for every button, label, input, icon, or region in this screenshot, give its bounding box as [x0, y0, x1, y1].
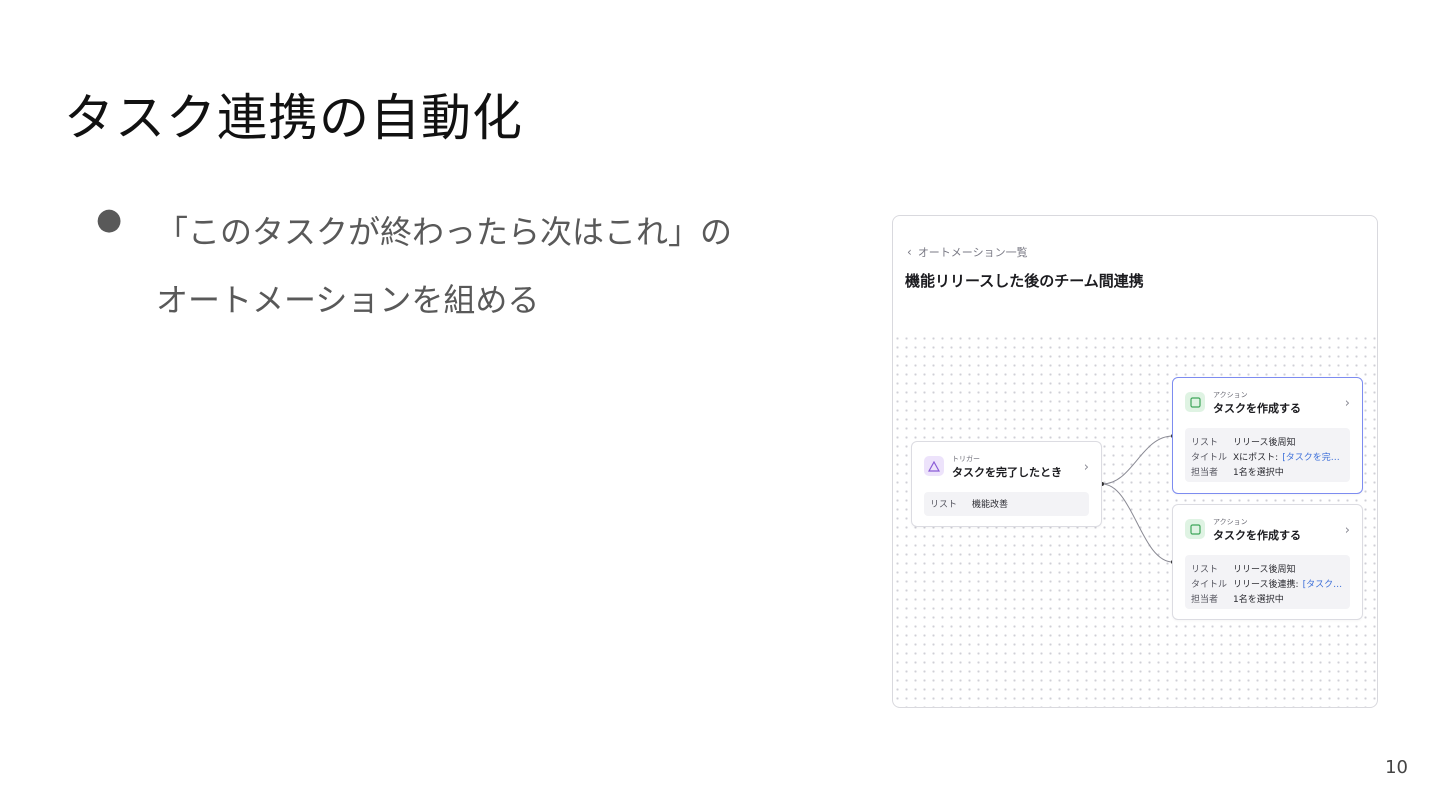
row-key: 担当者	[1191, 595, 1219, 605]
row-variable-link[interactable]: [タスクを完…	[1282, 450, 1340, 463]
row-value: 機能改善	[972, 500, 1009, 510]
action-1-row-title: タイトル Xにポスト: [タスクを完…	[1191, 449, 1344, 464]
row-value: リリース後周知	[1233, 565, 1296, 575]
action-1-label: タスクを作成する	[1213, 402, 1301, 415]
trigger-row: リスト 機能改善	[930, 496, 1083, 511]
row-value: 1名を選択中	[1233, 595, 1284, 605]
trigger-label: タスクを完了したとき	[952, 466, 1062, 479]
row-key: リスト	[930, 500, 958, 510]
row-value: 1名を選択中	[1233, 468, 1284, 478]
connector-to-action-2	[1101, 483, 1174, 563]
row-key: リスト	[1191, 438, 1219, 448]
action-2-row-title: タイトル リリース後連携: [タスク…	[1191, 576, 1344, 591]
row-key: リスト	[1191, 565, 1219, 575]
row-value: リリース後周知	[1233, 438, 1296, 448]
chevron-right-icon[interactable]: ›	[1345, 523, 1350, 538]
square-icon	[1185, 519, 1205, 539]
bullet-text-line2: オートメーションを組める	[156, 281, 540, 319]
bullet-marker: ●	[96, 202, 123, 237]
chevron-right-icon[interactable]: ›	[1345, 396, 1350, 411]
action-2-label: タスクを作成する	[1213, 529, 1301, 542]
action-1-row-list: リスト リリース後周知	[1191, 434, 1344, 449]
chevron-right-icon[interactable]: ›	[1084, 460, 1089, 475]
automation-screenshot: ‹ オートメーション一覧 機能リリースした後のチーム間連携 トリガー タスクを完…	[892, 215, 1378, 708]
action-1-header: アクション タスクを作成する ›	[1185, 390, 1352, 420]
action-1-row-assignee: 担当者 1名を選択中	[1191, 464, 1344, 479]
action-1-kind-label: アクション	[1213, 391, 1248, 399]
action-node-1[interactable]: アクション タスクを作成する › リスト リリース後周知 タイトル Xにポスト:…	[1172, 377, 1363, 494]
row-key: 担当者	[1191, 468, 1219, 478]
action-2-header: アクション タスクを作成する ›	[1185, 517, 1352, 547]
action-2-row-list: リスト リリース後周知	[1191, 561, 1344, 576]
row-value: リリース後連携:	[1233, 580, 1299, 590]
row-key: タイトル	[1191, 453, 1228, 463]
action-2-body: リスト リリース後周知 タイトル リリース後連携: [タスク… 担当者 1名を選…	[1185, 555, 1350, 609]
trigger-kind-label: トリガー	[952, 455, 980, 463]
row-variable-link[interactable]: [タスク…	[1303, 577, 1343, 590]
square-icon	[1185, 392, 1205, 412]
row-key: タイトル	[1191, 580, 1228, 590]
page-number: 10	[1385, 757, 1408, 778]
bullet-text-line1: 「このタスクが終わったら次はこれ」の	[156, 213, 733, 251]
connector-to-action-1	[1101, 435, 1174, 485]
action-2-kind-label: アクション	[1213, 518, 1248, 526]
triangle-icon	[924, 456, 944, 476]
action-2-row-assignee: 担当者 1名を選択中	[1191, 591, 1344, 606]
action-node-2[interactable]: アクション タスクを作成する › リスト リリース後周知 タイトル リリース後連…	[1172, 504, 1363, 620]
trigger-node[interactable]: トリガー タスクを完了したとき › リスト 機能改善	[911, 441, 1102, 527]
trigger-node-body: リスト 機能改善	[924, 492, 1089, 516]
slide-title: タスク連携の自動化	[64, 89, 523, 147]
row-value: Xにポスト:	[1233, 453, 1279, 463]
action-1-body: リスト リリース後周知 タイトル Xにポスト: [タスクを完… 担当者 1名を選…	[1185, 428, 1350, 482]
trigger-node-header: トリガー タスクを完了したとき ›	[924, 454, 1091, 484]
